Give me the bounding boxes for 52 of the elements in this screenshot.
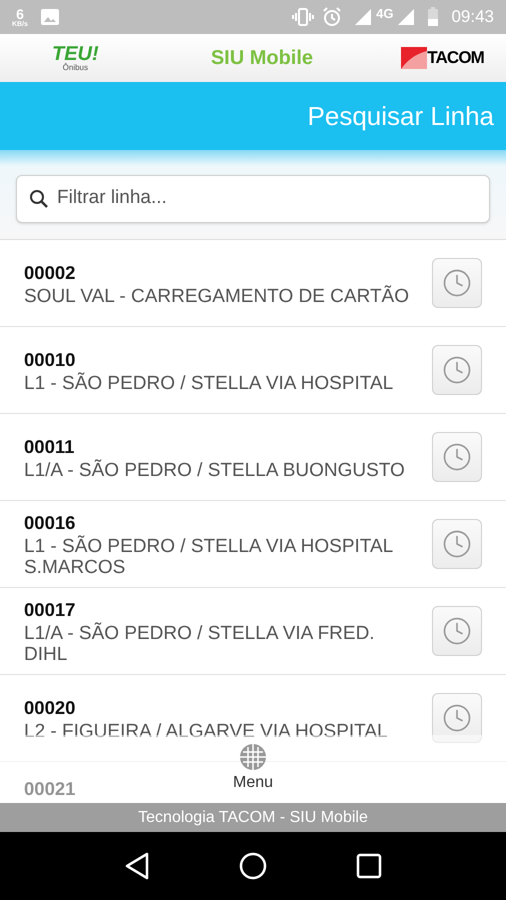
page-title: Pesquisar Linha <box>308 100 494 132</box>
line-code: 00016 <box>24 511 76 535</box>
alarm-icon <box>322 7 342 27</box>
line-row[interactable]: 00010 L1 - SÃO PEDRO / STELLA VIA HOSPITAL <box>0 327 506 414</box>
home-icon[interactable] <box>238 852 267 880</box>
line-row[interactable]: 00016 L1 - SÃO PEDRO / STELLA VIA HOSPITAL S.MARCOS <box>0 501 506 588</box>
line-name: L1 - SÃO PEDRO / STELLA VIA HOSPITAL S.MARCOS <box>24 536 394 578</box>
line-code: 00002 <box>24 260 76 284</box>
schedule-button[interactable] <box>432 258 482 308</box>
battery-icon <box>427 7 440 27</box>
footer-text: Tecnologia TACOM - SIU Mobile <box>138 808 368 828</box>
schedule-button[interactable] <box>432 606 482 656</box>
signal-icon <box>354 8 372 26</box>
schedule-button[interactable] <box>432 432 482 482</box>
grid-icon <box>239 743 267 771</box>
line-name: L1/A - SÃO PEDRO / STELLA BUONGUSTO <box>24 460 406 480</box>
line-name: L2 - FIGUEIRA / ALGARVE VIA HOSPITAL <box>24 720 389 742</box>
back-icon[interactable] <box>124 852 150 880</box>
clock-icon <box>442 616 472 646</box>
line-row[interactable]: 00017 L1/A - SÃO PEDRO / STELLA VIA FRED. DIHL <box>0 588 506 675</box>
search-field[interactable]: Filtrar linha... <box>16 174 490 222</box>
recent-apps-icon[interactable] <box>356 853 382 879</box>
vibrate-icon <box>292 7 314 27</box>
line-row[interactable]: 00020 L2 - FIGUEIRA / ALGARVE VIA HOSPITAL <box>0 675 506 762</box>
line-name: SOUL VAL - CARREGAMENTO DE CARTÃO <box>24 286 410 306</box>
schedule-button[interactable] <box>432 345 482 395</box>
schedule-button[interactable] <box>432 693 482 743</box>
network-speed: 6 <box>16 6 24 20</box>
logo-word: TACOM <box>427 47 484 70</box>
image-icon <box>40 8 60 26</box>
signal-icon <box>397 8 416 26</box>
logo-caption: Ônibus <box>62 64 88 72</box>
app-title: SIU Mobile <box>210 46 314 71</box>
clock-icon <box>442 442 472 472</box>
clock-time: 09:43 <box>451 6 494 28</box>
line-row[interactable]: 00011 L1/A - SÃO PEDRO / STELLA BUONGUSTO <box>0 414 506 501</box>
logo-word: TEU! <box>52 44 99 64</box>
line-code: 00017 <box>24 598 76 622</box>
clock-icon <box>442 529 472 559</box>
clock-icon <box>442 268 472 298</box>
line-code: 00010 <box>24 348 76 372</box>
clock-icon <box>442 355 472 385</box>
line-name: L1 - SÃO PEDRO / STELLA VIA HOSPITAL <box>24 372 394 394</box>
schedule-button[interactable] <box>432 519 482 569</box>
line-row[interactable]: 00002 SOUL VAL - CARREGAMENTO DE CARTÃO <box>0 240 506 327</box>
line-code: 00020 <box>24 696 76 720</box>
search-icon <box>29 188 49 208</box>
network-type: 4G <box>376 5 394 23</box>
clock-icon <box>442 703 472 733</box>
line-code: 00011 <box>24 434 74 458</box>
line-name: L1/A - SÃO PEDRO / STELLA VIA FRED. DIHL <box>24 623 376 665</box>
logo-icon <box>401 47 428 69</box>
